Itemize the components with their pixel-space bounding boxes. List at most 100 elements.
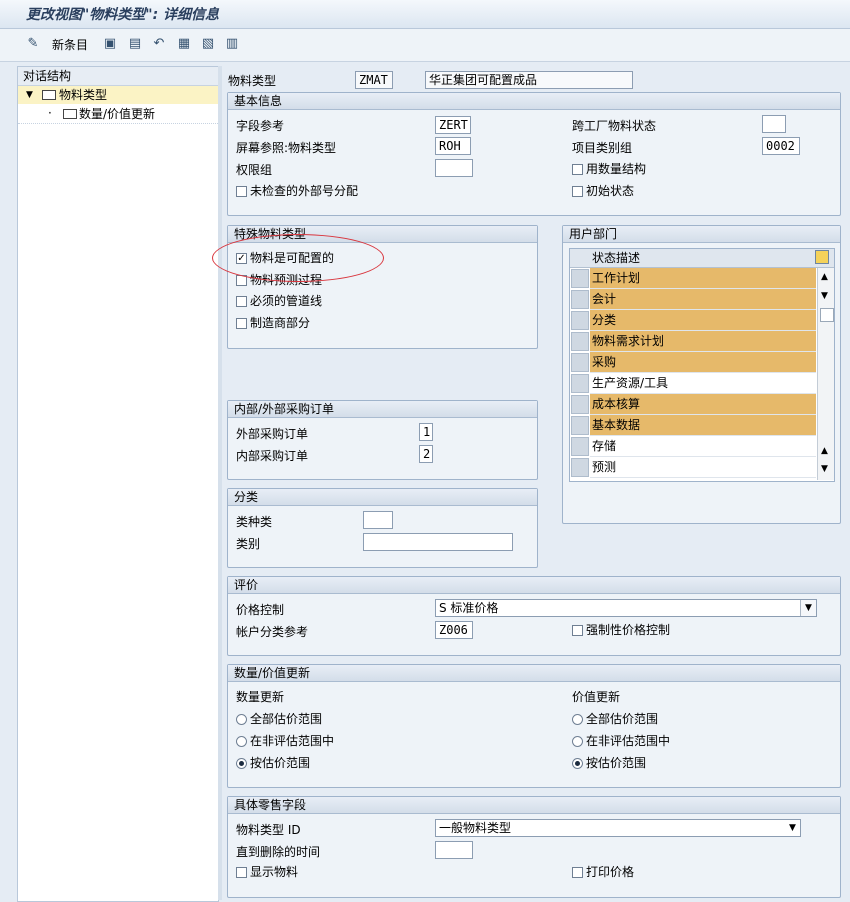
nav-item-material-type[interactable]: ▼ 物料类型 (18, 86, 218, 104)
material-type-description-field[interactable]: 华正集团可配置成品 (425, 71, 633, 89)
print-icon[interactable]: ▥ (225, 37, 239, 51)
pencil-glasses-icon[interactable]: ✎ (26, 37, 40, 51)
qty-update-radio-label: 在非评估范围中 (250, 734, 335, 748)
qty-value-update-title: 数量/价值更新 (228, 665, 840, 682)
qty-update-radio-1[interactable] (236, 736, 247, 747)
field-ref-label: 字段参考 (236, 119, 285, 133)
field-ref-field[interactable]: ZERT (435, 116, 471, 134)
item-category-group-label: 项目类别组 (572, 141, 633, 155)
qty-update-radio-label: 按估价范围 (250, 756, 311, 770)
user-department-rows: 工作计划 会计 分类 物料需求计划 采购 生产资源/工具 成本核算 基本数据 存储 预测 (570, 268, 816, 480)
row-selector[interactable] (571, 395, 589, 414)
scroll-up-icon[interactable]: ▲ (821, 272, 828, 282)
row-selector[interactable] (571, 269, 589, 288)
row-selector[interactable] (571, 311, 589, 330)
user-department-title: 用户部门 (563, 226, 840, 243)
row-selector[interactable] (571, 416, 589, 435)
value-update-radio-label: 全部估价范围 (586, 712, 659, 726)
auth-group-field[interactable] (435, 159, 473, 177)
row-selector[interactable] (571, 353, 589, 372)
display-material-checkbox[interactable] (236, 867, 247, 878)
scroll-down-icon[interactable]: ▼ (821, 464, 828, 474)
table-row[interactable]: 会计 (590, 289, 816, 310)
table-row[interactable]: 成本核算 (590, 394, 816, 415)
pipeline-label: 必须的管道线 (250, 294, 323, 308)
table-row[interactable]: 基本数据 (590, 415, 816, 436)
table-row[interactable]: 工作计划 (590, 268, 816, 289)
value-update-radio-2[interactable] (572, 758, 583, 769)
panel-splitter[interactable] (218, 66, 222, 900)
external-po-field[interactable]: 1 (419, 423, 433, 441)
force-price-control-checkbox[interactable] (572, 625, 583, 636)
internal-po-label: 内部采购订单 (236, 449, 309, 463)
table-row[interactable]: 分类 (590, 310, 816, 331)
qty-structure-checkbox[interactable] (572, 164, 583, 175)
folder-open-icon (42, 90, 56, 100)
cross-plant-status-field[interactable] (762, 115, 786, 133)
delete-icon[interactable]: ▤ (128, 37, 142, 51)
ext-num-checkbox[interactable] (236, 186, 247, 197)
nav-item-qty-value-update[interactable]: · 数量/价值更新 (18, 105, 218, 124)
class-type-label: 类种类 (236, 515, 273, 529)
price-control-label: 价格控制 (236, 603, 285, 617)
account-category-label: 帐户分类参考 (236, 625, 309, 639)
undo-icon[interactable]: ↶ (152, 37, 166, 51)
table-header: 状态描述 (570, 249, 834, 268)
scroll-thumb[interactable] (820, 308, 834, 322)
class-type-field[interactable] (363, 511, 393, 529)
table-row[interactable]: 采购 (590, 352, 816, 373)
dialog-structure-panel: 对话结构 ▼ 物料类型 · 数量/价值更新 (17, 66, 219, 902)
row-selector[interactable] (571, 374, 589, 393)
auth-group-label: 权限组 (236, 163, 273, 177)
item-category-group-field[interactable]: 0002 (762, 137, 800, 155)
price-control-select[interactable]: S 标准价格 ▼ (435, 599, 817, 617)
class-field[interactable] (363, 533, 513, 551)
deselect-all-icon[interactable]: ▧ (201, 37, 215, 51)
table-row[interactable]: 预测 (590, 457, 816, 478)
manufacturer-part-checkbox[interactable] (236, 318, 247, 329)
material-type-field[interactable]: ZMAT (355, 71, 393, 89)
qty-value-update-group: 数量/价值更新 数量更新 价值更新 全部估价范围 在非评估范围中 按估价范围 全部估… (227, 664, 841, 788)
external-po-label: 外部采购订单 (236, 427, 309, 441)
annotation-ellipse (212, 234, 384, 282)
qty-update-radio-2[interactable] (236, 758, 247, 769)
chevron-down-icon[interactable]: ▼ (785, 820, 800, 836)
table-scrollbar[interactable]: ▲ ▼ ▲ ▼ (817, 268, 834, 480)
screen-ref-field[interactable]: ROH (435, 137, 471, 155)
row-selector[interactable] (571, 437, 589, 456)
expand-arrow-icon[interactable]: ▼ (26, 87, 33, 103)
title-bar: 更改视图"物料类型": 详细信息 (0, 0, 850, 29)
initial-status-checkbox[interactable] (572, 186, 583, 197)
display-material-label: 显示物料 (250, 865, 299, 879)
deletion-time-field[interactable] (435, 841, 473, 859)
value-update-label: 价值更新 (572, 690, 621, 704)
table-row[interactable]: 物料需求计划 (590, 331, 816, 352)
price-control-value: S 标准价格 (439, 601, 499, 615)
print-price-checkbox[interactable] (572, 867, 583, 878)
pipeline-checkbox[interactable] (236, 296, 247, 307)
value-update-radios: 全部估价范围 在非评估范围中 按估价范围 (564, 711, 834, 777)
table-settings-icon[interactable] (815, 250, 829, 264)
bullet-icon: · (48, 106, 52, 120)
table-row[interactable]: 生产资源/工具 (590, 373, 816, 394)
row-selector[interactable] (571, 290, 589, 309)
value-update-radio-1[interactable] (572, 736, 583, 747)
class-label: 类别 (236, 537, 261, 551)
table-row[interactable]: 存储 (590, 436, 816, 457)
select-all-icon[interactable]: ▦ (177, 37, 191, 51)
scroll-page-down-icon[interactable]: ▼ (821, 291, 828, 301)
account-category-field[interactable]: Z006 (435, 621, 473, 639)
dialog-structure-header: 对话结构 (18, 67, 218, 86)
value-update-radio-0[interactable] (572, 714, 583, 725)
row-selector[interactable] (571, 332, 589, 351)
new-entries-button[interactable]: 新条目 (52, 37, 88, 53)
deletion-time-label: 直到删除的时间 (236, 845, 321, 859)
chevron-down-icon[interactable]: ▼ (800, 600, 816, 616)
scroll-page-up-icon[interactable]: ▲ (821, 446, 828, 456)
internal-po-field[interactable]: 2 (419, 445, 433, 463)
folder-icon (63, 109, 77, 119)
qty-update-radio-0[interactable] (236, 714, 247, 725)
copy-icon[interactable]: ▣ (103, 37, 117, 51)
row-selector[interactable] (571, 458, 589, 477)
material-type-id-select[interactable]: 一般物料类型 ▼ (435, 819, 801, 837)
